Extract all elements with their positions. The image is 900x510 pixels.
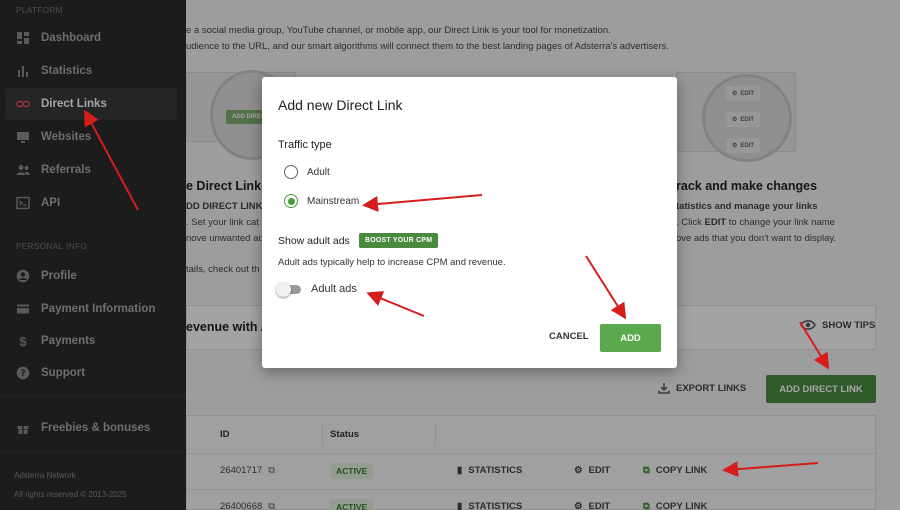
adult-ads-toggle[interactable]: Adult ads	[276, 281, 357, 297]
show-adult-ads-label: Show adult ads	[278, 235, 350, 247]
traffic-type-label: Traffic type	[278, 139, 332, 151]
dialog-title: Add new Direct Link	[278, 97, 403, 113]
toggle-thumb	[276, 281, 291, 297]
radio-button[interactable]	[284, 194, 298, 208]
toggle-label: Adult ads	[311, 283, 357, 295]
radio-button[interactable]	[284, 165, 298, 179]
toggle-switch[interactable]	[276, 281, 301, 297]
boost-cpm-badge: BOOST YOUR CPM	[359, 233, 439, 248]
add-direct-link-dialog: Add new Direct Link Traffic type Adult M…	[262, 77, 677, 368]
radio-label: Adult	[307, 166, 330, 178]
adult-ads-helper: Adult ads typically help to increase CPM…	[278, 257, 506, 268]
radio-label: Mainstream	[307, 195, 360, 207]
cancel-button[interactable]: CANCEL	[549, 331, 589, 342]
radio-adult[interactable]: Adult	[284, 165, 330, 179]
add-button[interactable]: ADD	[600, 324, 661, 352]
radio-mainstream[interactable]: Mainstream	[284, 194, 359, 208]
